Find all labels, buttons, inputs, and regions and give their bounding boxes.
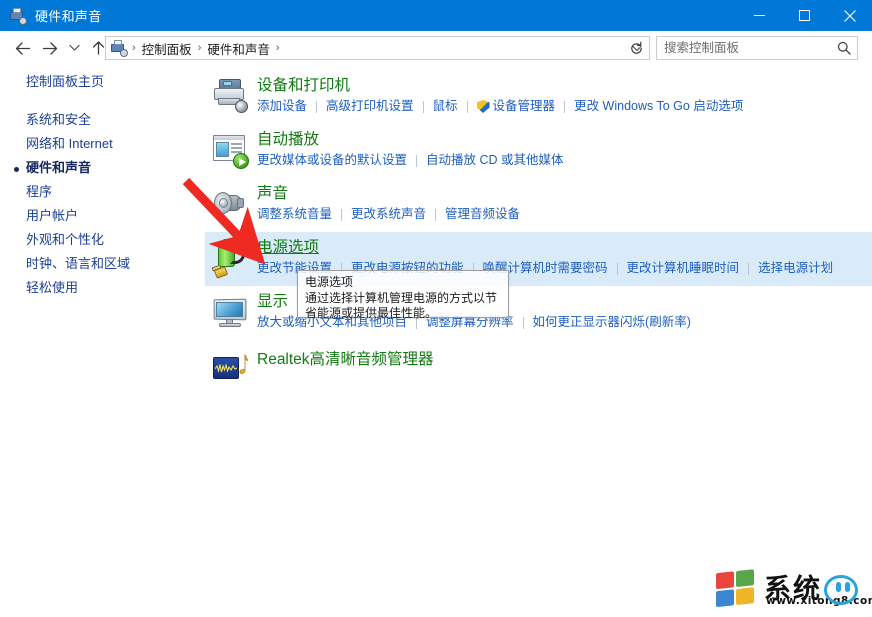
link-choose-power-plan[interactable]: 选择电源计划 <box>758 260 833 277</box>
music-note-icon <box>239 354 248 374</box>
link-play-cd-or-other-media[interactable]: 自动播放 CD 或其他媒体 <box>426 152 564 169</box>
search-icon[interactable] <box>833 37 855 59</box>
link-separator <box>616 262 618 275</box>
battery-icon[interactable] <box>210 238 250 279</box>
breadcrumb-separator: › <box>132 42 136 54</box>
category-title-devices-and-printers[interactable]: 设备和打印机 <box>257 76 350 96</box>
sidebar-item-clock-language-region[interactable]: 时钟、语言和区域 <box>0 252 205 276</box>
minimize-button[interactable] <box>737 0 782 31</box>
link-add-device[interactable]: 添加设备 <box>257 98 307 115</box>
link-device-manager[interactable]: 设备管理器 <box>493 98 556 115</box>
watermark-brand: 系统 www.xitong8.com <box>764 575 872 608</box>
category-links-devices-and-printers: 添加设备 高级打印机设置 鼠标 设备管理器 更改 Windows To Go 启… <box>257 98 872 115</box>
tooltip-title: 电源选项 <box>305 275 354 289</box>
breadcrumb-separator: › <box>275 42 280 54</box>
search-input[interactable] <box>657 40 833 56</box>
link-change-system-sounds[interactable]: 更改系统声音 <box>351 206 426 223</box>
breadcrumb-item-hardware-and-sound[interactable]: 硬件和声音 <box>203 39 274 58</box>
breadcrumb-separator: › <box>197 42 202 54</box>
sidebar: 控制面板主页 系统和安全 网络和 Internet 硬件和声音 程序 用户帐户 … <box>0 70 205 617</box>
category-sound: 声音 调整系统音量 更改系统声音 管理音频设备 <box>205 178 872 232</box>
link-adjust-system-volume[interactable]: 调整系统音量 <box>257 206 332 223</box>
window-printer-speaker-icon <box>9 7 27 25</box>
display-icon[interactable] <box>210 292 250 332</box>
uac-shield-icon <box>476 100 490 113</box>
category-links-sound: 调整系统音量 更改系统声音 管理音频设备 <box>257 206 872 223</box>
sidebar-item-appearance-and-personalization[interactable]: 外观和个性化 <box>0 228 205 252</box>
category-title-autoplay[interactable]: 自动播放 <box>257 130 319 150</box>
category-title-sound[interactable]: 声音 <box>257 184 288 204</box>
link-separator <box>522 316 524 329</box>
printer-icon[interactable] <box>210 76 250 116</box>
link-separator <box>564 100 566 113</box>
watermark: 系统 www.xitong8.com <box>716 569 872 611</box>
category-title-realtek-audio-manager[interactable]: Realtek高清晰音频管理器 <box>257 350 434 370</box>
forward-button[interactable] <box>36 34 64 62</box>
link-separator <box>435 208 437 221</box>
tooltip-body: 通过选择计算机管理电源的方式以节省能源或提供最佳性能。 <box>305 291 498 320</box>
window-controls <box>737 0 872 31</box>
back-button[interactable] <box>8 34 36 62</box>
sidebar-item-hardware-and-sound[interactable]: 硬件和声音 <box>0 156 205 180</box>
link-manage-audio-devices[interactable]: 管理音频设备 <box>445 206 520 223</box>
category-autoplay: 自动播放 更改媒体或设备的默认设置 自动播放 CD 或其他媒体 <box>205 124 872 178</box>
category-title-power-options[interactable]: 电源选项 <box>257 238 319 258</box>
sidebar-item-network-and-internet[interactable]: 网络和 Internet <box>0 132 205 156</box>
sidebar-item-system-and-security[interactable]: 系统和安全 <box>0 108 205 132</box>
link-separator <box>422 100 424 113</box>
category-links-autoplay: 更改媒体或设备的默认设置 自动播放 CD 或其他媒体 <box>257 152 872 169</box>
speaker-icon[interactable] <box>210 184 250 224</box>
tooltip-power-options: 电源选项 通过选择计算机管理电源的方式以节省能源或提供最佳性能。 <box>297 270 509 320</box>
realtek-audio-icon[interactable] <box>210 350 250 390</box>
link-fix-display-flicker[interactable]: 如何更正显示器闪烁(刷新率) <box>533 314 691 331</box>
breadcrumb-printer-speaker-icon <box>110 39 128 57</box>
autoplay-icon[interactable] <box>210 130 250 170</box>
link-advanced-printer-setup[interactable]: 高级打印机设置 <box>326 98 414 115</box>
link-change-default-settings-for-media[interactable]: 更改媒体或设备的默认设置 <box>257 152 407 169</box>
control-panel-window: 硬件和声音 › 控制面板 › 硬件和声音 › 搜索控制面板 控制面板主页 系统和… <box>0 0 872 617</box>
link-windows-to-go-startup-options[interactable]: 更改 Windows To Go 启动选项 <box>574 98 743 115</box>
refresh-button[interactable] <box>624 36 648 60</box>
link-mouse[interactable]: 鼠标 <box>433 98 458 115</box>
link-separator <box>466 100 468 113</box>
breadcrumb-item-control-panel[interactable]: 控制面板 <box>138 39 196 58</box>
close-button[interactable] <box>827 0 872 31</box>
maximize-button[interactable] <box>782 0 827 31</box>
watermark-circle-icon <box>824 575 858 605</box>
sidebar-item-home[interactable]: 控制面板主页 <box>0 70 205 94</box>
sidebar-item-ease-of-access[interactable]: 轻松使用 <box>0 276 205 300</box>
title-bar: 硬件和声音 <box>0 0 872 31</box>
category-devices-and-printers: 设备和打印机 添加设备 高级打印机设置 鼠标 设备管理器 更改 Windows … <box>205 70 872 124</box>
windows-logo-icon <box>716 569 758 611</box>
window-title: 硬件和声音 <box>35 9 102 24</box>
link-separator <box>316 100 318 113</box>
sidebar-item-programs[interactable]: 程序 <box>0 180 205 204</box>
link-separator <box>748 262 750 275</box>
category-realtek-audio-manager: Realtek高清晰音频管理器 <box>205 340 872 398</box>
category-title-display[interactable]: 显示 <box>257 292 288 312</box>
link-change-when-computer-sleeps[interactable]: 更改计算机睡眠时间 <box>627 260 740 277</box>
category-list: 设备和打印机 添加设备 高级打印机设置 鼠标 设备管理器 更改 Windows … <box>205 70 872 617</box>
sidebar-item-user-accounts[interactable]: 用户帐户 <box>0 204 205 228</box>
link-separator <box>416 154 418 167</box>
recent-locations-chevron-down-icon[interactable] <box>64 34 84 62</box>
search-box[interactable] <box>656 36 858 60</box>
link-separator <box>341 208 343 221</box>
breadcrumb[interactable]: › 控制面板 › 硬件和声音 › <box>105 36 650 60</box>
